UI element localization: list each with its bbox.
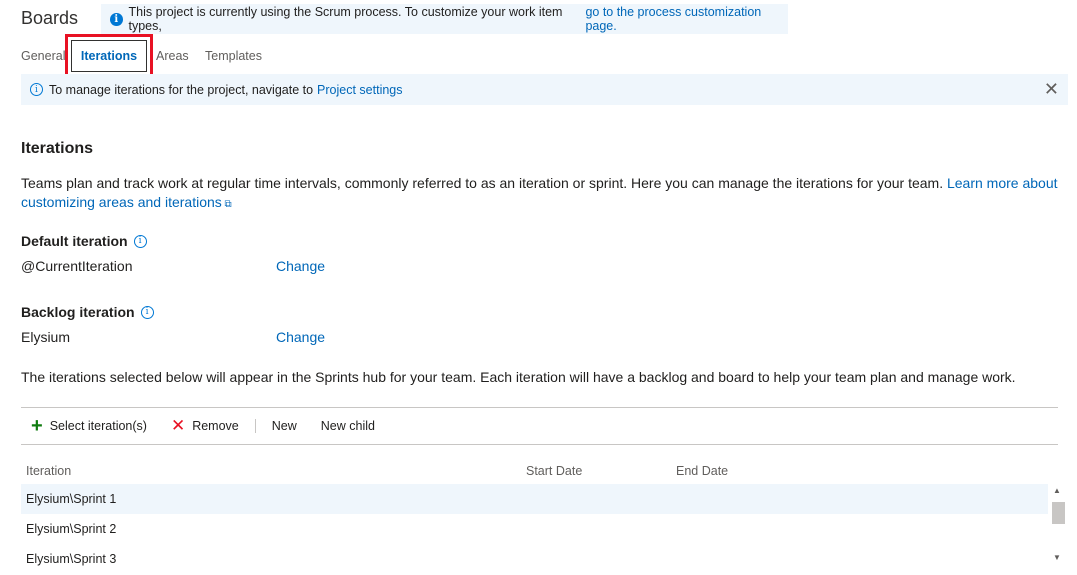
description-text: Teams plan and track work at regular tim… [21, 175, 947, 191]
scrollbar-thumb[interactable] [1052, 502, 1065, 524]
column-header-start-date[interactable]: Start Date [526, 464, 582, 478]
highlight-box: Iterations [65, 34, 153, 78]
remove-label: Remove [192, 419, 239, 433]
select-iterations-label: Select iteration(s) [49, 419, 147, 433]
backlog-iteration-label-text: Backlog iteration [21, 304, 135, 320]
iteration-cell: Elysium\Sprint 3 [26, 552, 117, 566]
new-button[interactable]: New [272, 419, 297, 433]
info-icon[interactable]: i [140, 305, 154, 319]
page-title: Boards [21, 8, 79, 28]
new-child-label: New child [320, 419, 375, 433]
process-notice-text: This project is currently using the Scru… [128, 5, 563, 33]
info-icon[interactable]: i [133, 234, 147, 248]
section-description: Teams plan and track work at regular tim… [21, 174, 1066, 214]
manage-iterations-banner: i To manage iterations for the project, … [21, 74, 1068, 105]
info-icon: i [110, 12, 123, 26]
sprints-description: The iterations selected below will appea… [21, 369, 1016, 385]
tab-templates[interactable]: Templates [205, 49, 262, 63]
scroll-down-icon[interactable]: ▼ [1053, 553, 1061, 562]
grid-header: Iteration Start Date End Date [21, 462, 1068, 482]
new-child-button[interactable]: New child [321, 419, 375, 433]
manage-banner-text: To manage iterations for the project, na… [49, 82, 314, 97]
tab-areas[interactable]: Areas [156, 49, 189, 63]
default-iteration-label-text: Default iteration [21, 233, 128, 249]
change-default-iteration-link[interactable]: Change [276, 258, 325, 274]
grid-scrollbar[interactable]: ▲ ▼ [1050, 486, 1065, 566]
plus-icon: + [31, 415, 43, 437]
column-header-end-date[interactable]: End Date [676, 464, 728, 478]
scroll-up-icon[interactable]: ▲ [1053, 486, 1061, 495]
close-icon[interactable]: ✕ [1044, 80, 1059, 98]
column-header-iteration[interactable]: Iteration [26, 464, 71, 478]
default-iteration-label: Default iteration i [21, 233, 147, 249]
change-backlog-iteration-link[interactable]: Change [276, 329, 325, 345]
table-row[interactable]: Elysium\Sprint 1 [21, 484, 1048, 514]
iteration-cell: Elysium\Sprint 1 [26, 492, 117, 506]
table-row[interactable]: Elysium\Sprint 3 [21, 544, 1048, 574]
process-customization-link[interactable]: go to the process customization page. [585, 5, 788, 33]
x-icon: ✕ [170, 416, 186, 435]
backlog-iteration-value: Elysium [21, 329, 71, 345]
external-link-icon: ⧉ [221, 199, 232, 210]
backlog-iteration-label: Backlog iteration i [21, 304, 154, 320]
remove-button[interactable]: ✕ Remove [170, 416, 239, 435]
toolbar-divider [254, 419, 256, 433]
tab-general[interactable]: General [21, 49, 65, 63]
settings-tabs: General Iterations Areas Templates [21, 34, 321, 78]
new-label: New [271, 419, 297, 433]
project-settings-link[interactable]: Project settings [317, 83, 402, 97]
default-iteration-value: @CurrentIteration [21, 258, 133, 274]
table-row[interactable]: Elysium\Sprint 2 [21, 514, 1048, 544]
iterations-toolbar: + Select iteration(s) ✕ Remove New New c… [21, 407, 1058, 445]
process-notice-banner: i This project is currently using the Sc… [101, 4, 788, 34]
section-title: Iterations [21, 140, 94, 157]
iteration-cell: Elysium\Sprint 2 [26, 522, 117, 536]
select-iterations-button[interactable]: + Select iteration(s) [31, 415, 147, 437]
tab-iterations[interactable]: Iterations [71, 40, 147, 72]
info-icon: i [30, 83, 43, 96]
